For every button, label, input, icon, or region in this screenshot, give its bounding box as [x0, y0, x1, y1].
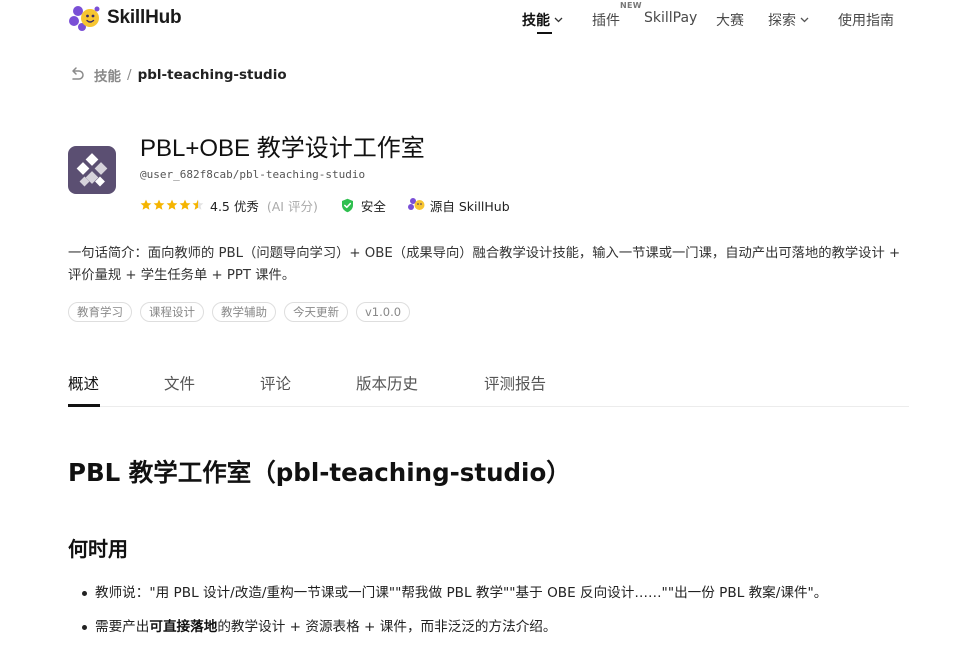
star-icon: [192, 199, 204, 210]
bullet-prefix: 需要产出: [95, 619, 150, 635]
nav-skills[interactable]: 技能: [522, 10, 563, 30]
shield-check-icon: [341, 198, 353, 212]
star-icon: [140, 199, 152, 210]
skill-title: PBL+OBE 教学设计工作室: [140, 135, 425, 162]
safety-label: 安全: [360, 198, 386, 214]
nav-plugins[interactable]: 插件: [592, 10, 620, 30]
brand-logo[interactable]: SkillHub: [68, 4, 182, 32]
tag-chip[interactable]: 课程设计: [140, 302, 204, 322]
tab-active-indicator: [68, 404, 100, 407]
skill-meta: 4.5 优秀 (AI 评分) 安全 源自 SkillHub: [140, 195, 510, 215]
nav-active-indicator: [537, 32, 552, 34]
nav-skillpay[interactable]: SkillPay: [644, 10, 697, 26]
nav-guide[interactable]: 使用指南: [838, 10, 894, 30]
breadcrumb: 技能 / pbl-teaching-studio: [68, 65, 287, 85]
new-badge: NEW: [620, 1, 642, 10]
rating-source: (AI 评分): [266, 198, 318, 214]
chevron-down-icon: [554, 17, 563, 23]
chevron-down-icon: [800, 17, 809, 23]
back-arrow-icon[interactable]: [68, 66, 86, 84]
nav-contest[interactable]: 大赛: [716, 10, 744, 30]
tag-chip[interactable]: 教学辅助: [212, 302, 276, 322]
rating-text: 4.5 优秀: [210, 198, 259, 214]
tab-comments[interactable]: 评论: [260, 372, 291, 394]
nav-guide-label: 使用指南: [838, 13, 894, 29]
top-nav: SkillHub 技能 NEW 插件 SkillPay 大赛 探索 使用指南: [0, 0, 954, 38]
nav-skills-label: 技能: [522, 13, 550, 29]
skill-avatar: [68, 146, 116, 194]
diamond-grid-icon: [76, 153, 108, 187]
star-icon: [153, 199, 165, 210]
bullet-suffix: 的教学设计 + 资源表格 + 课件，而非泛泛的方法介绍。: [217, 619, 557, 635]
star-icon: [166, 199, 178, 210]
list-item: 需要产出可直接落地的教学设计 + 资源表格 + 课件，而非泛泛的方法介绍。: [82, 616, 912, 650]
star-icon: [179, 199, 191, 210]
usage-list: 教师说："用 PBL 设计/改造/重构一节课或一门课""帮我做 PBL 教学""…: [82, 582, 912, 650]
nav-explore-label: 探索: [768, 13, 796, 29]
skillhub-source-icon: [407, 198, 425, 210]
tag-chip[interactable]: 教育学习: [68, 302, 132, 322]
nav-plugins-label: 插件: [592, 13, 620, 29]
list-item: 教师说："用 PBL 设计/改造/重构一节课或一门课""帮我做 PBL 教学""…: [82, 582, 912, 616]
breadcrumb-separator: /: [127, 67, 132, 83]
star-rating: [140, 199, 204, 211]
bullet-text: 教师说："用 PBL 设计/改造/重构一节课或一门课""帮我做 PBL 教学""…: [95, 585, 828, 601]
tag-list: 教育学习 课程设计 教学辅助 今天更新 v1.0.0: [68, 302, 411, 322]
brand-name: SkillHub: [107, 7, 182, 28]
nav-explore[interactable]: 探索: [768, 10, 809, 30]
skill-description: 一句话简介：面向教师的 PBL（问题导向学习）+ OBE（成果导向）融合教学设计…: [68, 246, 901, 283]
tab-bar: 概述 文件 评论 版本历史 评测报告: [68, 372, 909, 407]
tab-eval-report[interactable]: 评测报告: [484, 372, 546, 394]
tab-version-history[interactable]: 版本历史: [356, 372, 418, 394]
bullet-bold: 可直接落地: [149, 619, 218, 635]
nav-contest-label: 大赛: [716, 13, 744, 29]
skill-path: @user_682f8cab/pbl-teaching-studio: [140, 168, 366, 181]
breadcrumb-parent-link[interactable]: 技能: [94, 65, 121, 85]
content-heading: PBL 教学工作室（pbl-teaching-studio）: [68, 458, 571, 487]
content-subheading: 何时用: [68, 537, 128, 561]
tag-chip[interactable]: v1.0.0: [356, 302, 411, 322]
nav-skillpay-label: SkillPay: [644, 10, 698, 26]
tab-files[interactable]: 文件: [164, 372, 195, 394]
breadcrumb-current: pbl-teaching-studio: [137, 67, 287, 83]
skillhub-logo-icon: [69, 6, 100, 31]
tab-overview[interactable]: 概述: [68, 372, 99, 394]
source-label: 源自 SkillHub: [429, 198, 510, 214]
tag-chip[interactable]: 今天更新: [284, 302, 348, 322]
